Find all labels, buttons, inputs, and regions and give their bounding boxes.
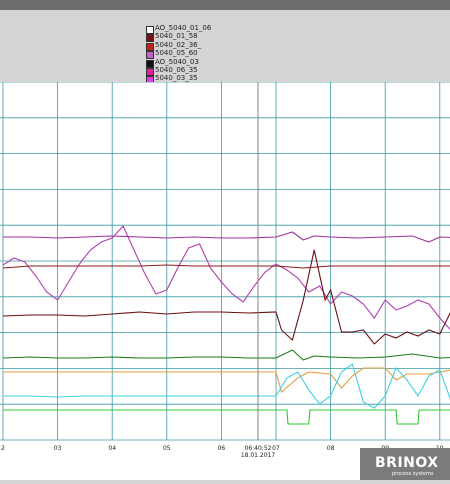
- legend-swatch: [146, 68, 154, 76]
- x-tick-label: 2: [1, 445, 5, 452]
- brand-tagline: process systems: [392, 471, 434, 477]
- x-tick-label: 05: [163, 445, 171, 452]
- trend-plot[interactable]: 20304050607080910 06:40:52 18.01.2017: [0, 81, 450, 480]
- window-title-strip: [0, 0, 450, 10]
- trend-chart-svg[interactable]: 20304050607080910 06:40:52 18.01.2017: [0, 81, 450, 480]
- brand-logo: BRINOX: [375, 455, 439, 471]
- legend-swatch: [146, 59, 154, 68]
- x-tick-label: 07: [272, 445, 280, 452]
- x-tick-label: 03: [54, 445, 62, 452]
- plot-background: [0, 82, 450, 480]
- legend-swatch: [146, 34, 154, 43]
- x-tick-label: 04: [108, 445, 116, 452]
- cursor-date-label: 18.01.2017: [241, 452, 276, 459]
- cursor-time-label: 06:40:52: [245, 445, 272, 452]
- legend-panel: AO_5040_01_06 5040_01_58 5040_02_36_ 5040_0…: [0, 10, 450, 85]
- x-tick-label: 06: [218, 445, 226, 452]
- legend-swatch: [146, 51, 154, 60]
- legend-swatch: [146, 42, 154, 51]
- legend-swatch: [146, 26, 154, 34]
- x-tick-label: 08: [327, 445, 335, 452]
